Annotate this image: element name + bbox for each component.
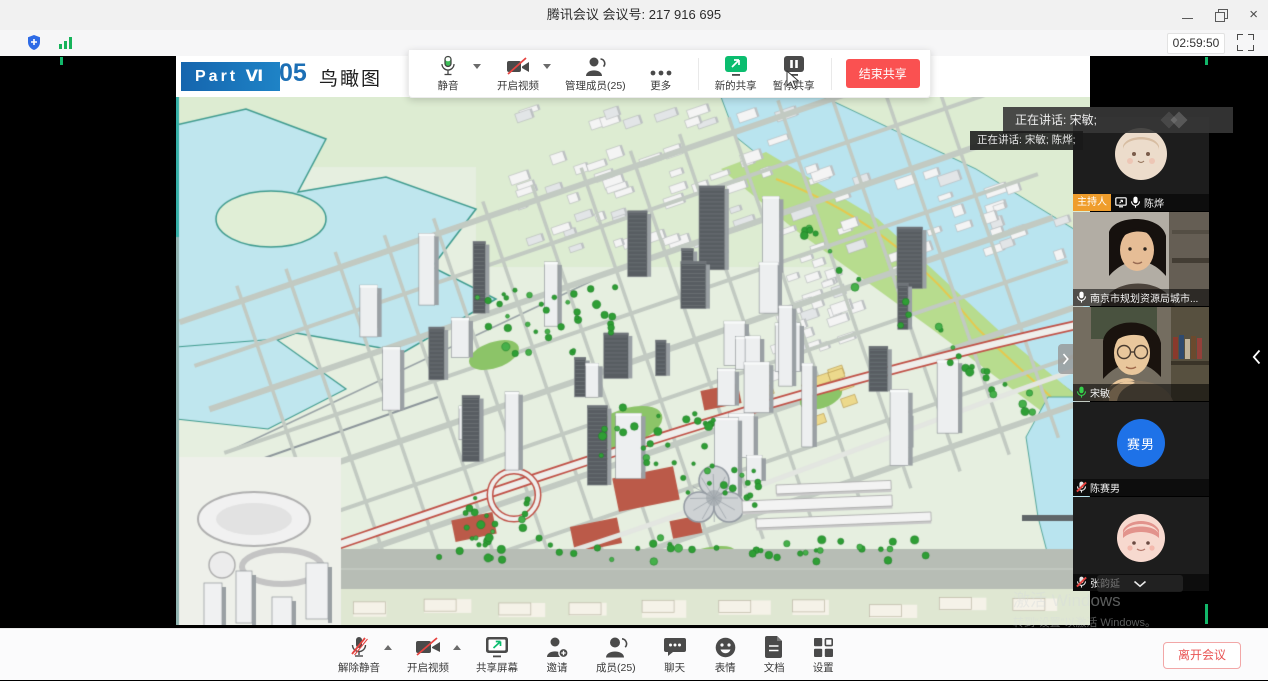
- host-badge: 主持人: [1073, 194, 1111, 211]
- meeting-logo-icon: [1159, 112, 1199, 128]
- chevron-left-icon: [1252, 349, 1261, 365]
- video-options-caret[interactable]: [453, 645, 461, 650]
- sidebar-more-button[interactable]: [1097, 575, 1183, 592]
- share-screen-button[interactable]: 共享屏幕: [476, 635, 518, 675]
- docs-button[interactable]: 文档: [764, 635, 785, 675]
- slide-title: 鸟瞰图: [319, 64, 382, 91]
- city-aerial-render: [176, 97, 1090, 625]
- chat-button[interactable]: 聊天: [663, 635, 687, 675]
- camera-off-icon: [414, 636, 442, 658]
- meeting-stage: Part Ⅵ 05 鸟瞰图 正在讲话: 宋敏; 正在讲话: 宋敏; 陈烨;: [0, 56, 1268, 628]
- emoji-icon: [714, 636, 737, 659]
- bottom-toolbar: 解除静音 开启视频 共享屏: [0, 628, 1268, 680]
- microphone-icon: [439, 55, 457, 77]
- participant-name: 宋敏: [1090, 385, 1110, 400]
- participant-name: 陈烨: [1144, 195, 1164, 210]
- fullscreen-icon[interactable]: [1237, 34, 1254, 51]
- settings-button[interactable]: 设置: [812, 635, 835, 675]
- members-icon: [583, 56, 607, 77]
- microphone-speaking-icon: [1076, 386, 1087, 399]
- avatar: [1115, 128, 1167, 180]
- avatar: 赛男: [1117, 419, 1165, 467]
- chat-icon: [663, 636, 687, 658]
- share-border-indicator: [1205, 604, 1208, 624]
- unmute-button[interactable]: 解除静音: [338, 635, 380, 675]
- mic-options-caret[interactable]: [384, 645, 392, 650]
- emoji-button[interactable]: 表情: [714, 635, 737, 675]
- new-share-icon: [723, 55, 749, 77]
- new-share-button[interactable]: 新的共享: [707, 55, 765, 93]
- more-button[interactable]: 更多: [632, 55, 690, 93]
- chevron-right-icon: [1062, 353, 1069, 365]
- invite-icon: [545, 636, 569, 659]
- share-border-indicator: [1205, 57, 1208, 65]
- camera-off-icon: [505, 57, 531, 77]
- participant-tile[interactable]: 赛男 陈赛男: [1073, 402, 1209, 496]
- share-toolbar: 静音 开启视频 管理成员(25) 更多: [408, 50, 931, 98]
- network-signal-icon[interactable]: [58, 36, 73, 50]
- share-screen-icon: [484, 635, 510, 659]
- share-border-indicator: [60, 57, 63, 65]
- microphone-on-icon: [1130, 196, 1141, 209]
- participant-tile[interactable]: 南京市规划资源局城市...: [1073, 212, 1209, 306]
- leave-meeting-button[interactable]: 离开会议: [1163, 642, 1241, 669]
- security-shield-icon[interactable]: [26, 34, 42, 51]
- avatar: [1117, 514, 1165, 562]
- slide-part-label: Part Ⅵ: [181, 62, 280, 91]
- settings-grid-icon: [812, 636, 835, 659]
- microphone-on-icon: [1076, 291, 1087, 304]
- end-share-button[interactable]: 结束共享: [846, 59, 920, 88]
- mute-button[interactable]: 静音: [419, 55, 477, 93]
- members-button[interactable]: 成员(25): [596, 635, 636, 675]
- meeting-timer: 02:59:50: [1167, 33, 1225, 54]
- shared-screen-view: Part Ⅵ 05 鸟瞰图: [176, 56, 1090, 625]
- participant-tile[interactable]: 宋敏: [1073, 307, 1209, 401]
- manage-members-button[interactable]: 管理成员(25): [559, 55, 632, 93]
- camera-button[interactable]: 开启视频: [489, 55, 547, 93]
- microphone-muted-icon: [1076, 576, 1087, 589]
- window-title: 腾讯会议 会议号: 217 916 695: [0, 0, 1268, 30]
- close-icon[interactable]: ×: [1249, 9, 1258, 21]
- participant-sidebar: 主持人 陈烨: [1073, 117, 1209, 592]
- more-dots-icon: [649, 69, 673, 77]
- members-icon: [604, 636, 628, 659]
- microphone-muted-icon: [1076, 481, 1087, 494]
- panel-collapse-button[interactable]: [1252, 349, 1261, 370]
- sidebar-collapse-button[interactable]: [1058, 344, 1073, 374]
- invite-button[interactable]: 邀请: [545, 635, 569, 675]
- speaking-toast: 正在讲话: 宋敏;: [1003, 107, 1233, 133]
- speaking-toast-secondary: 正在讲话: 宋敏; 陈烨;: [970, 131, 1083, 150]
- participant-name: 陈赛男: [1090, 480, 1120, 495]
- window-titlebar: 腾讯会议 会议号: 217 916 695 ×: [0, 0, 1268, 30]
- start-video-button[interactable]: 开启视频: [407, 635, 449, 675]
- participant-name: 南京市规划资源局城市...: [1090, 290, 1198, 305]
- screen-sharing-icon: [1115, 197, 1127, 208]
- camera-options-caret[interactable]: [543, 64, 551, 69]
- restore-icon[interactable]: [1215, 9, 1227, 21]
- chevron-down-icon: [1133, 580, 1147, 588]
- minimize-icon[interactable]: [1182, 11, 1193, 19]
- mouse-cursor: [786, 70, 800, 90]
- slide-number: 05: [279, 59, 307, 88]
- microphone-muted-icon: [348, 635, 370, 659]
- document-icon: [764, 635, 784, 659]
- mute-options-caret[interactable]: [473, 64, 481, 69]
